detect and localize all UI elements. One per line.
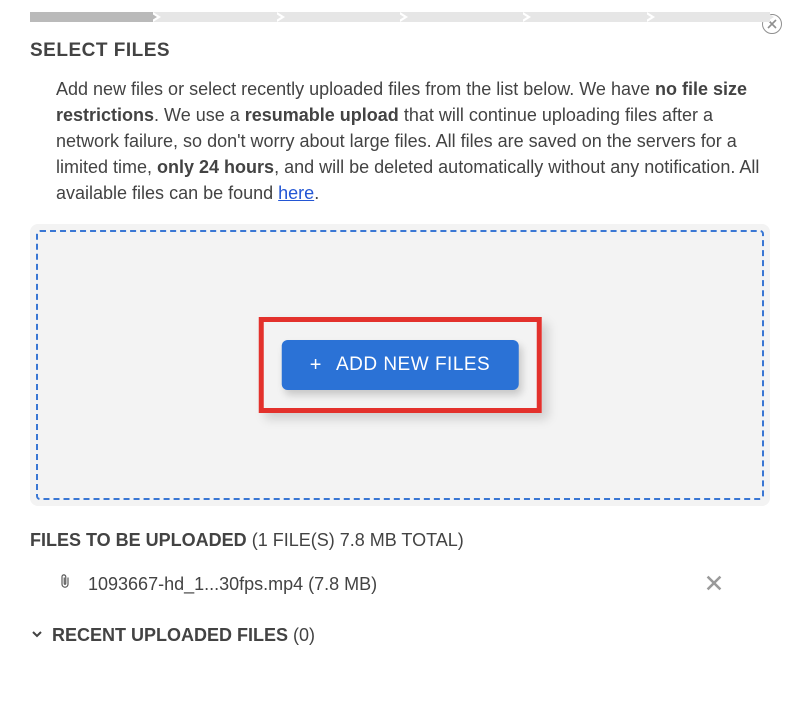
recent-count: 0 [299,625,309,645]
progress-step [647,12,770,22]
file-dropzone[interactable]: + ADD NEW FILES [36,230,764,500]
desc-text2: . We use a [154,105,245,125]
remove-file-button[interactable] [698,569,730,599]
recent-count-close: ) [309,625,315,645]
desc-text: Add new files or select recently uploade… [56,79,655,99]
recent-count-open: ( [288,625,299,645]
progress-step [153,12,276,22]
files-here-link[interactable]: here [278,183,314,203]
file-list: 1093667-hd_1...30fps.mp4 (7.8 MB) [30,565,770,603]
upload-description: Add new files or select recently uploade… [56,76,770,206]
files-to-upload-label: FILES TO BE UPLOADED [30,530,247,550]
plus-icon: + [310,355,322,375]
progress-step [523,12,646,22]
progress-step [30,12,153,22]
highlight-annotation: + ADD NEW FILES [259,317,542,413]
recent-label: RECENT UPLOADED FILES [52,625,288,645]
progress-stepper [30,12,770,22]
dropzone-container: + ADD NEW FILES [30,224,770,506]
chevron-down-icon [30,625,44,646]
files-count-text: 1 FILE(S) [258,530,335,550]
files-summary-open: ( [247,530,258,550]
add-button-label: ADD NEW FILES [336,354,490,376]
files-summary-close: ) [458,530,464,550]
file-row: 1093667-hd_1...30fps.mp4 (7.8 MB) [30,565,770,603]
add-new-files-button[interactable]: + ADD NEW FILES [282,340,519,390]
recent-files-toggle[interactable]: RECENT UPLOADED FILES (0) [30,625,770,646]
file-name: 1093667-hd_1...30fps.mp4 (7.8 MB) [88,574,684,595]
progress-step [277,12,400,22]
desc-bold3: only 24 hours [157,157,274,177]
files-to-upload-heading: FILES TO BE UPLOADED (1 FILE(S) 7.8 MB T… [30,530,770,551]
desc-text5: . [314,183,319,203]
files-size-text: 7.8 MB TOTAL [335,530,458,550]
progress-step [400,12,523,22]
desc-bold2: resumable upload [245,105,399,125]
section-title: SELECT FILES [30,40,770,62]
attachment-icon [56,571,74,598]
